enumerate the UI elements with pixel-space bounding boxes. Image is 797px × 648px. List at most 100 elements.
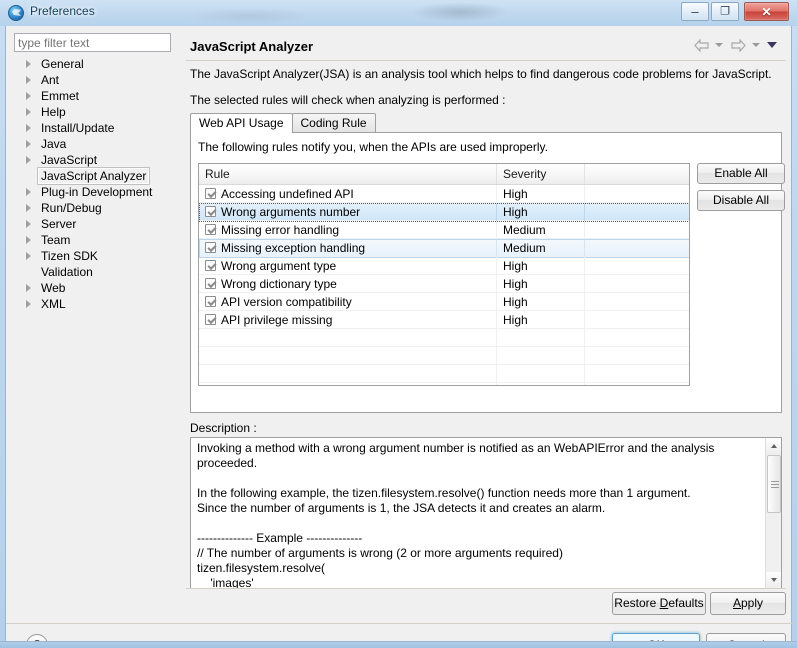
table-row-empty[interactable] [199, 383, 689, 385]
expand-arrow-icon[interactable] [26, 76, 31, 84]
extra-cell [585, 221, 689, 239]
sidebar-item-tizen-sdk[interactable]: Tizen SDK [14, 248, 179, 264]
sidebar-item-validation[interactable]: Validation [14, 264, 179, 280]
mnemonic-letter: A [732, 596, 741, 610]
sidebar-item-run-debug[interactable]: Run/Debug [14, 200, 179, 216]
rule-checkbox[interactable] [205, 242, 216, 253]
back-dropdown-icon[interactable] [714, 43, 723, 48]
rules-table-body[interactable]: Accessing undefined API High Wrong argumen… [199, 185, 689, 385]
table-row-empty[interactable] [199, 329, 689, 347]
sidebar-item-web[interactable]: Web [14, 280, 179, 296]
window-bottom-edge [0, 641, 797, 648]
sidebar-item-java[interactable]: Java [14, 136, 179, 152]
expand-arrow-icon[interactable] [26, 188, 31, 196]
sidebar-item-javascript-analyzer[interactable]: JavaScript Analyzer [14, 167, 179, 185]
table-row[interactable]: Wrong dictionary type High [199, 275, 689, 293]
expand-arrow-icon[interactable] [26, 156, 31, 164]
rule-checkbox[interactable] [205, 314, 216, 325]
rule-cell [199, 329, 497, 347]
filter-input[interactable] [14, 33, 171, 52]
sidebar-item-install-update[interactable]: Install/Update [14, 120, 179, 136]
tab-web-api-usage[interactable]: Web API Usage [190, 113, 293, 133]
expand-arrow-icon[interactable] [26, 124, 31, 132]
maximize-button[interactable]: ❐ [711, 2, 739, 21]
tab-coding-rule[interactable]: Coding Rule [291, 113, 376, 133]
scroll-down-icon[interactable] [766, 572, 781, 588]
severity-cell[interactable]: Medium [497, 239, 585, 257]
rule-checkbox[interactable] [205, 206, 216, 217]
rule-cell: Wrong dictionary type [199, 275, 497, 293]
scrollbar-thumb[interactable] [767, 455, 781, 513]
expand-arrow-icon[interactable] [26, 284, 31, 292]
description-box[interactable]: Invoking a method with a wrong argument … [190, 437, 782, 589]
expand-arrow-icon[interactable] [26, 300, 31, 308]
forward-dropdown-icon[interactable] [751, 43, 760, 48]
scroll-up-icon[interactable] [766, 438, 781, 454]
page-navigation-toolbar[interactable] [693, 38, 780, 54]
restore-defaults-button[interactable]: Restore Defaults [612, 592, 706, 615]
sidebar-item-emmet[interactable]: Emmet [14, 88, 179, 104]
apply-button[interactable]: Apply [710, 592, 786, 615]
table-row[interactable]: API privilege missing High [199, 311, 689, 329]
table-row[interactable]: Accessing undefined API High [199, 185, 689, 203]
severity-cell[interactable]: High [497, 275, 585, 293]
sidebar-item-team[interactable]: Team [14, 232, 179, 248]
table-row[interactable]: Wrong arguments number High [199, 203, 689, 222]
severity-cell[interactable]: High [497, 293, 585, 311]
rules-table[interactable]: Rule Severity Accessing undefined API Hig… [198, 163, 690, 386]
expand-arrow-icon[interactable] [26, 220, 31, 228]
severity-cell[interactable]: High [497, 257, 585, 275]
sidebar-item-label: Help [41, 105, 66, 119]
table-row[interactable]: Missing error handling Medium [199, 221, 689, 239]
sidebar-item-xml[interactable]: XML [14, 296, 179, 312]
view-menu-arrow-icon[interactable] [767, 42, 777, 49]
rule-checkbox[interactable] [205, 188, 216, 199]
enable-all-button[interactable]: Enable All [697, 163, 785, 184]
sidebar-item-ant[interactable]: Ant [14, 72, 179, 88]
expand-arrow-icon[interactable] [26, 252, 31, 260]
sidebar-item-server[interactable]: Server [14, 216, 179, 232]
rules-table-header[interactable]: Rule Severity [199, 164, 689, 185]
column-header-rule[interactable]: Rule [199, 164, 497, 184]
preferences-window: Preferences – ❐ ✕ General Ant Emmet Help Ins… [0, 0, 797, 648]
rule-checkbox[interactable] [205, 224, 216, 235]
extra-cell [585, 329, 689, 347]
sidebar-item-plug-in-development[interactable]: Plug-in Development [14, 184, 179, 200]
expand-arrow-icon[interactable] [26, 92, 31, 100]
extra-cell [585, 275, 689, 293]
back-arrow-icon[interactable] [693, 38, 710, 53]
rule-checkbox[interactable] [205, 296, 216, 307]
table-row[interactable]: Wrong argument type High [199, 257, 689, 275]
description-scrollbar[interactable] [765, 438, 781, 588]
severity-cell[interactable]: High [497, 185, 585, 203]
expand-arrow-icon[interactable] [26, 60, 31, 68]
sidebar-item-general[interactable]: General [14, 56, 179, 72]
rule-checkbox[interactable] [205, 260, 216, 271]
sidebar-item-label: JavaScript Analyzer [37, 167, 151, 185]
table-row[interactable]: Missing exception handling Medium [199, 239, 689, 258]
expand-arrow-icon[interactable] [26, 108, 31, 116]
table-row-empty[interactable] [199, 347, 689, 365]
window-title: Preferences [30, 4, 95, 18]
forward-arrow-icon[interactable] [730, 38, 747, 53]
sidebar-item-javascript[interactable]: JavaScript [14, 152, 179, 168]
tab-bar[interactable]: Web API Usage Coding Rule [190, 113, 376, 133]
disable-all-button[interactable]: Disable All [697, 190, 785, 211]
minimize-button[interactable]: – [681, 2, 709, 21]
table-row[interactable]: API version compatibility High [199, 293, 689, 311]
tab-note-label: The following rules notify you, when the… [198, 140, 548, 154]
expand-arrow-icon[interactable] [26, 204, 31, 212]
severity-cell[interactable]: High [497, 311, 585, 329]
table-row-empty[interactable] [199, 365, 689, 383]
preferences-tree[interactable]: General Ant Emmet Help Install/Update Java Jav… [14, 56, 179, 601]
severity-cell[interactable]: Medium [497, 221, 585, 239]
column-header-severity[interactable]: Severity [497, 164, 585, 184]
severity-cell[interactable]: High [497, 203, 585, 221]
rule-checkbox[interactable] [205, 278, 216, 289]
column-header-extra[interactable] [585, 164, 689, 184]
expand-arrow-icon[interactable] [26, 236, 31, 244]
window-titlebar[interactable]: Preferences – ❐ ✕ [0, 0, 797, 26]
close-button[interactable]: ✕ [744, 2, 789, 21]
expand-arrow-icon[interactable] [26, 140, 31, 148]
sidebar-item-help[interactable]: Help [14, 104, 179, 120]
